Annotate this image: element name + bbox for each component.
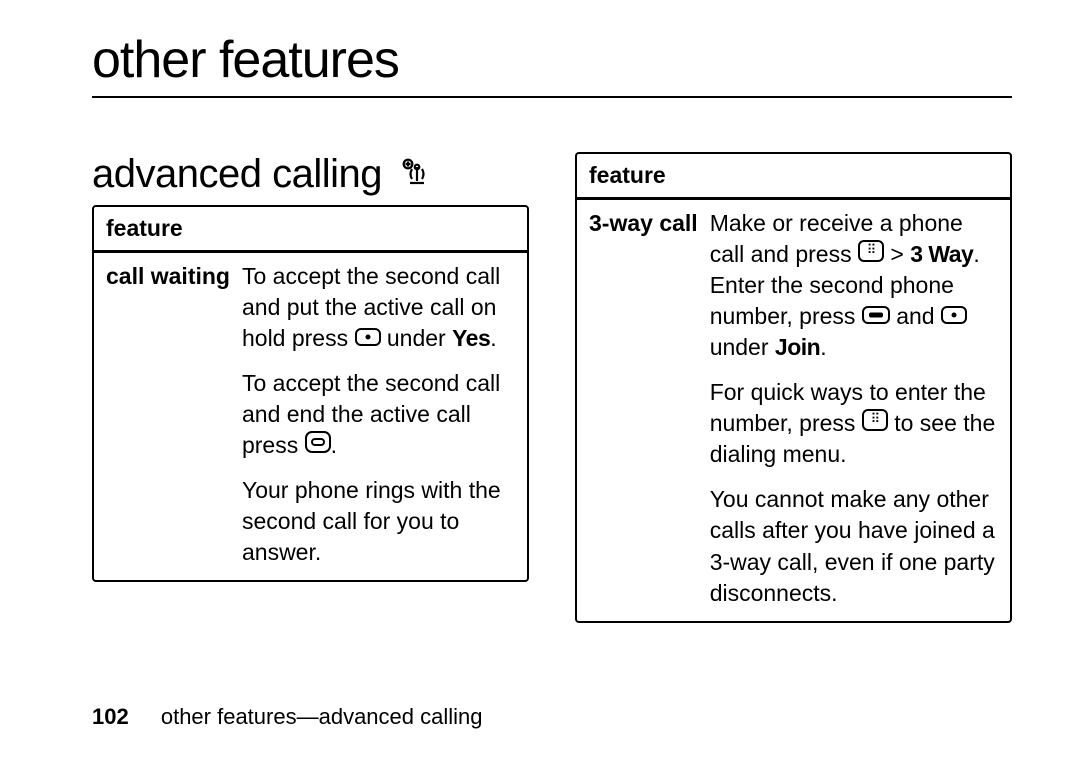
left-column: advanced calling [92, 152, 529, 623]
text-run: > [890, 241, 910, 267]
content-columns: advanced calling [92, 152, 1012, 623]
chapter-rule [92, 96, 1012, 98]
instruction-line: Your phone rings with the second call fo… [242, 475, 515, 568]
feature-description: Make or receive a phone call and press >… [710, 208, 998, 609]
table-header: feature [94, 207, 527, 253]
table-header: feature [577, 154, 1010, 200]
text-run: under [710, 334, 775, 360]
feature-name: 3-way call [589, 208, 698, 609]
chapter-title: other features [92, 30, 1012, 90]
text-run: . [490, 325, 496, 351]
text-run: To accept the second call and end the ac… [242, 370, 500, 458]
menu-key-icon [862, 409, 888, 431]
section-heading: advanced calling [92, 152, 382, 197]
feature-table-3way: feature 3-way call Make or receive a pho… [575, 152, 1012, 623]
table-row: 3-way call Make or receive a phone call … [577, 200, 1010, 621]
text-run: . [820, 334, 826, 360]
feature-table-call-waiting: feature call waiting To accept the secon… [92, 205, 529, 582]
footer-breadcrumb: other features—advanced calling [161, 704, 483, 729]
ok-key-icon [862, 306, 890, 324]
ui-label-3way: 3 Way [910, 241, 973, 267]
page-number: 102 [92, 704, 129, 729]
ui-label-yes: Yes [452, 325, 490, 351]
instruction-line: You cannot make any other calls after yo… [710, 484, 998, 608]
softkey-dot-icon [355, 328, 381, 346]
section-header-row: advanced calling [92, 152, 529, 197]
instruction-line: For quick ways to enter the number, pres… [710, 377, 998, 470]
instruction-line: Make or receive a phone call and press >… [710, 208, 998, 363]
feature-description: To accept the second call and put the ac… [242, 261, 515, 568]
end-key-icon [305, 431, 331, 453]
instruction-line: To accept the second call and end the ac… [242, 368, 515, 461]
text-run: under [387, 325, 452, 351]
text-run: and [896, 303, 941, 329]
page-footer: 102 other features—advanced calling [92, 704, 483, 730]
right-column: feature 3-way call Make or receive a pho… [575, 152, 1012, 623]
menu-key-icon [858, 240, 884, 262]
text-run: . [331, 432, 337, 458]
manual-page: other features advanced calling [0, 0, 1080, 766]
table-row: call waiting To accept the second call a… [94, 253, 527, 580]
network-icon [400, 157, 434, 191]
ui-label-join: Join [775, 334, 820, 360]
feature-name: call waiting [106, 261, 230, 568]
softkey-dot-icon [941, 306, 967, 324]
instruction-line: To accept the second call and put the ac… [242, 261, 515, 354]
